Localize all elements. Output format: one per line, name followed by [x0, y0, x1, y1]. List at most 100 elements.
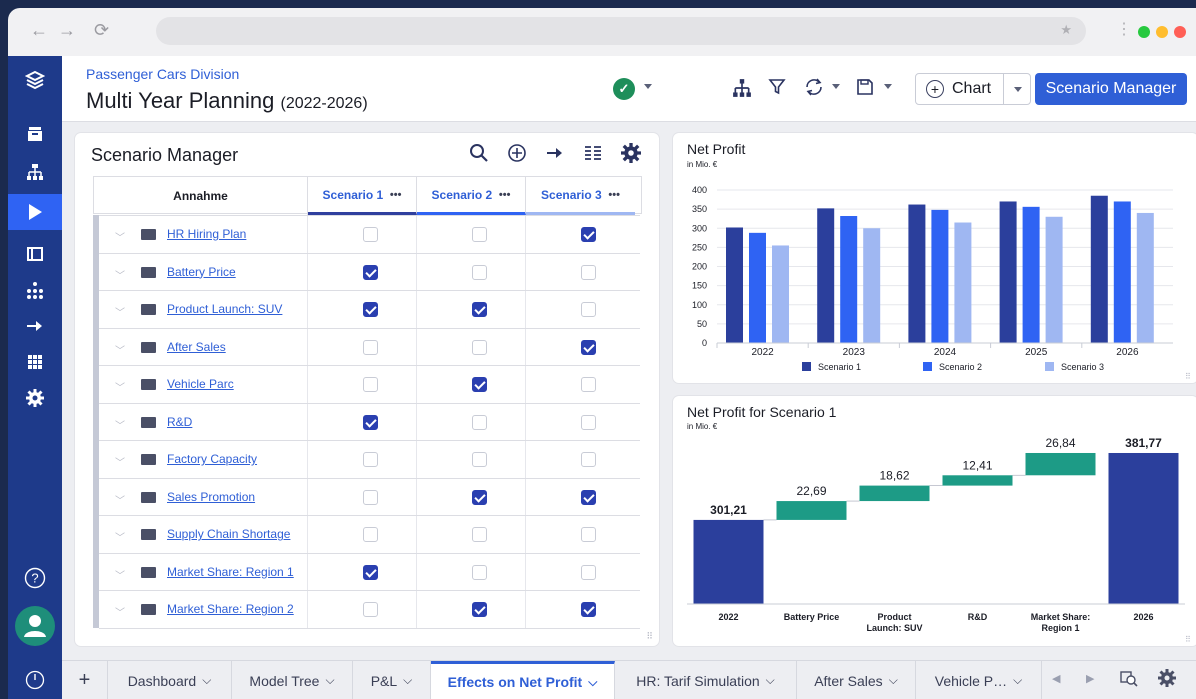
window-dot-yellow[interactable]: [1156, 26, 1168, 38]
scenario-2-checkbox[interactable]: [472, 602, 487, 617]
scenario-3-checkbox[interactable]: [581, 302, 596, 317]
filter-icon[interactable]: [768, 78, 786, 101]
browser-menu-icon[interactable]: ⋮: [1116, 19, 1132, 39]
scenario-1-checkbox[interactable]: [363, 377, 378, 392]
scenario-3-checkbox[interactable]: [581, 414, 596, 430]
chevron-down-icon[interactable]: ⌵: [1013, 673, 1022, 688]
assumption-link[interactable]: Supply Chain Shortage: [167, 527, 290, 541]
scenario-1-checkbox[interactable]: [363, 527, 378, 542]
layers-icon[interactable]: [8, 66, 62, 94]
arrow-right-icon[interactable]: [8, 312, 62, 340]
table-row[interactable]: ﹀ Supply Chain Shortage: [99, 515, 640, 553]
tab-p-l[interactable]: P&L ⌵: [353, 661, 431, 699]
refresh-caret[interactable]: [832, 84, 840, 89]
table-row[interactable]: ﹀ HR Hiring Plan: [99, 215, 640, 253]
add-circle-icon[interactable]: [507, 143, 527, 168]
chevron-down-icon[interactable]: ﹀: [115, 229, 125, 244]
arrow-right-icon[interactable]: →: [58, 20, 76, 41]
scenario-2-checkbox[interactable]: [472, 302, 487, 317]
scenario-3-checkbox[interactable]: [581, 264, 596, 280]
org-chart-icon[interactable]: [8, 276, 62, 304]
scenario-1-checkbox[interactable]: [363, 264, 378, 280]
chevron-down-icon[interactable]: ⌵: [325, 673, 334, 688]
column-header-scenario-2[interactable]: Scenario 2 •••: [417, 177, 526, 215]
tab-scroll-left-icon[interactable]: ◀: [1052, 672, 1060, 685]
refresh-icon[interactable]: [804, 78, 824, 101]
more-icon[interactable]: •••: [608, 189, 620, 201]
assumption-link[interactable]: Vehicle Parc: [167, 377, 234, 391]
play-icon[interactable]: [8, 194, 62, 230]
table-row[interactable]: ﹀ Product Launch: SUV: [99, 290, 640, 328]
tab-model-tree[interactable]: Model Tree ⌵: [232, 661, 353, 699]
list-view-icon[interactable]: [583, 143, 603, 168]
table-row[interactable]: ﹀ Vehicle Parc: [99, 365, 640, 403]
table-row[interactable]: ﹀ Factory Capacity: [99, 440, 640, 478]
settings-icon[interactable]: [621, 143, 641, 168]
chevron-down-icon[interactable]: ⌵: [766, 673, 775, 688]
scenario-3-checkbox[interactable]: [581, 489, 596, 505]
assumption-link[interactable]: Market Share: Region 2: [167, 602, 294, 616]
scenario-2-checkbox[interactable]: [472, 414, 487, 430]
scenario-2-checkbox[interactable]: [472, 452, 487, 467]
chevron-down-icon[interactable]: ⌵: [403, 673, 412, 688]
check-circle-icon[interactable]: ✓: [613, 78, 635, 100]
chevron-down-icon[interactable]: ﹀: [115, 379, 125, 394]
table-row[interactable]: ﹀ Market Share: Region 2: [99, 590, 640, 628]
scenario-2-checkbox[interactable]: [472, 564, 487, 580]
assumption-link[interactable]: After Sales: [167, 340, 226, 354]
scenario-3-checkbox[interactable]: [581, 339, 596, 355]
reload-icon[interactable]: ⟳: [94, 20, 109, 41]
add-tab-button[interactable]: +: [62, 661, 108, 699]
assumption-link[interactable]: Battery Price: [167, 265, 236, 279]
hierarchy-icon[interactable]: [8, 158, 62, 186]
scenario-2-checkbox[interactable]: [472, 377, 487, 392]
add-chart-button[interactable]: + Chart: [915, 73, 1031, 105]
table-row[interactable]: ﹀ R&D: [99, 402, 640, 441]
power-icon[interactable]: [8, 666, 62, 694]
table-row[interactable]: ﹀ Battery Price: [99, 252, 640, 291]
inbox-icon[interactable]: [8, 120, 62, 148]
tab-search-icon[interactable]: [1120, 669, 1138, 692]
table-row[interactable]: ﹀ After Sales: [99, 327, 640, 366]
tab-hr-tarif-simulation[interactable]: HR: Tarif Simulation ⌵: [615, 661, 797, 699]
save-icon[interactable]: [856, 78, 874, 101]
chevron-down-icon[interactable]: ﹀: [115, 267, 125, 282]
assumption-link[interactable]: Sales Promotion: [167, 490, 255, 504]
chevron-down-icon[interactable]: ﹀: [115, 529, 125, 544]
arrow-left-icon[interactable]: ←: [30, 20, 48, 41]
chart-caret[interactable]: [1014, 87, 1022, 92]
window-dot-green[interactable]: [1138, 26, 1150, 38]
scenario-2-checkbox[interactable]: [472, 227, 487, 242]
help-icon[interactable]: ?: [8, 564, 62, 592]
chevron-down-icon[interactable]: ﹀: [115, 567, 125, 582]
save-caret[interactable]: [884, 84, 892, 89]
tab-dashboard[interactable]: Dashboard ⌵: [108, 661, 232, 699]
star-icon[interactable]: ★: [1060, 22, 1072, 38]
scenario-1-checkbox[interactable]: [363, 339, 378, 355]
assumption-link[interactable]: Product Launch: SUV: [167, 302, 282, 316]
scenario-1-checkbox[interactable]: [363, 452, 378, 467]
tab-after-sales[interactable]: After Sales ⌵: [797, 661, 916, 699]
scenario-2-checkbox[interactable]: [472, 264, 487, 280]
scenario-1-checkbox[interactable]: [363, 602, 378, 617]
chevron-down-icon[interactable]: ﹀: [115, 417, 125, 432]
scenario-manager-button[interactable]: Scenario Manager: [1035, 73, 1187, 105]
assumption-link[interactable]: HR Hiring Plan: [167, 227, 246, 241]
division-name[interactable]: Passenger Cars Division: [86, 66, 239, 82]
grid-icon[interactable]: [8, 348, 62, 376]
column-header-assumption[interactable]: Annahme: [94, 177, 308, 215]
tab-settings-icon[interactable]: [1158, 669, 1176, 692]
chevron-down-icon[interactable]: ﹀: [115, 304, 125, 319]
chevron-down-icon[interactable]: ﹀: [115, 454, 125, 469]
scenario-2-checkbox[interactable]: [472, 527, 487, 542]
scenario-2-checkbox[interactable]: [472, 339, 487, 355]
user-avatar-icon[interactable]: [8, 606, 62, 646]
scenario-3-checkbox[interactable]: [581, 377, 596, 392]
chevron-down-icon[interactable]: ⌵: [889, 673, 898, 688]
arrow-right-icon[interactable]: [545, 143, 565, 168]
table-row[interactable]: ﹀ Sales Promotion: [99, 477, 640, 516]
scenario-3-checkbox[interactable]: [581, 227, 596, 242]
scenario-1-checkbox[interactable]: [363, 564, 378, 580]
scenario-1-checkbox[interactable]: [363, 302, 378, 317]
scenario-3-checkbox[interactable]: [581, 527, 596, 542]
